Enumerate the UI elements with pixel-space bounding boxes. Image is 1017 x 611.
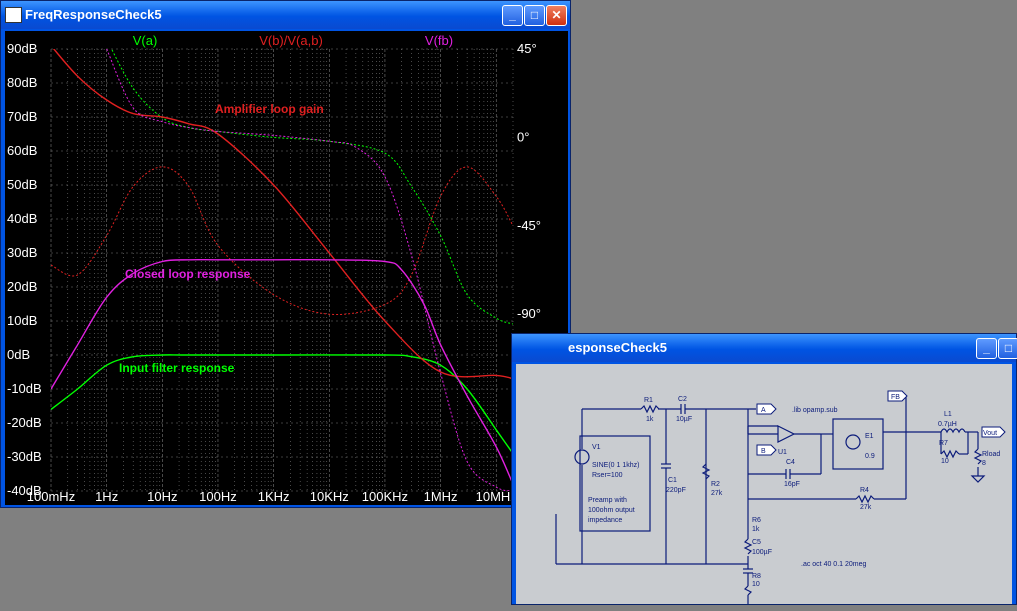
schematic-canvas[interactable]: R1 1k C2 10µF .lib opamp.sub U1 C4 16pF … [516,364,1012,604]
y-tick-label: 90dB [7,41,37,56]
schematic-window: esponseCheck5 _ □ R1 1k C2 10µF .lib opa… [511,333,1017,605]
plot-window-title: FreqResponseCheck5 [25,7,162,22]
phase-trace-va [111,49,513,325]
note-line-1: Preamp with [588,497,627,504]
c1-label: C1 [668,477,677,484]
rload-label: Rload [982,451,1000,458]
y-tick-label: 20dB [7,279,37,294]
y-tick-label: 50dB [7,177,37,192]
c5-value: 100µF [752,549,772,556]
r8-label: R8 [752,573,761,580]
y-tick-label: 0dB [7,347,30,362]
l1-value: 0.7µH [938,421,957,428]
phase-tick-label: 0° [517,129,529,144]
c2-value: 10µF [676,416,692,423]
l1-label: L1 [944,411,952,418]
y-tick-label: 30dB [7,245,37,260]
u1-label: U1 [778,449,787,456]
ac-directive: .ac oct 40 0.1 20meg [801,561,866,568]
schematic-window-title: esponseCheck5 [568,340,667,355]
curve-annotation: Input filter response [119,361,235,375]
x-tick-label: 100Hz [199,489,237,504]
plot-area[interactable]: 90dB 80dB 70dB 60dB 50dB 40dB 30dB 20dB 10dB 0dB -… [5,31,568,505]
net-vout-label: Vout [983,430,997,437]
r1-value: 1k [646,416,654,423]
bode-plot[interactable]: 90dB 80dB 70dB 60dB 50dB 40dB 30dB 20dB 10dB 0dB -… [5,31,568,505]
lib-directive: .lib opamp.sub [792,407,838,414]
schematic-diagram: R1 1k C2 10µF .lib opamp.sub U1 C4 16pF … [555,390,1006,604]
y-tick-label: -20dB [7,415,42,430]
v1-source: SINE(0 1 1khz) [592,462,639,469]
rload-value: 8 [982,460,986,467]
net-a-label: A [761,407,766,414]
r2-value: 27k [711,490,723,497]
x-tick-label: 100KHz [362,489,408,504]
c4-label: C4 [786,459,795,466]
r6-value: 1k [752,526,760,533]
maximize-button[interactable]: □ [524,5,545,26]
net-b-label: B [761,448,766,455]
legend-entry: V(fb) [425,33,453,48]
y-tick-label: 70dB [7,109,37,124]
y-tick-label: -10dB [7,381,42,396]
waveform-app-icon [5,7,22,23]
r8-value: 10 [752,581,760,588]
note-line-2: 100ohm output [588,507,635,514]
schematic-window-titlebar[interactable]: esponseCheck5 _ □ [512,334,1017,362]
x-tick-label: 10KHz [310,489,349,504]
y-tick-label: 80dB [7,75,37,90]
v1-rser: Rser=100 [592,472,623,479]
v1-label: V1 [592,444,601,451]
legend-entry: V(a) [133,33,158,48]
net-flag-b [756,444,777,456]
phase-tick-label: -90° [517,306,541,321]
r1-label: R1 [644,397,653,404]
schematic-minimize-button[interactable]: _ [976,338,997,359]
x-tick-label: 1Hz [95,489,118,504]
net-fb-label: FB [891,394,900,401]
y-tick-label: 10dB [7,313,37,328]
trace-legend: V(a) V(b)/V(a,b) V(fb) [133,33,453,48]
c1-value: 220pF [666,487,686,494]
close-button[interactable]: ✕ [546,5,567,26]
schematic-maximize-button[interactable]: □ [998,338,1017,359]
e1-label: E1 [865,433,874,440]
r7-label: R7 [939,440,948,447]
curve-annotation: Closed loop response [125,267,251,281]
r4-value: 27k [860,504,872,511]
y-tick-label: 60dB [7,143,37,158]
y-tick-label: 40dB [7,211,37,226]
x-tick-label: 1KHz [258,489,290,504]
net-flag-a [756,403,777,415]
note-line-3: impedance [588,517,622,524]
phase-trace-vbvab [51,166,513,316]
r2-label: R2 [711,481,720,488]
c4-value: 16pF [784,481,800,488]
curve-annotations: Amplifier loop gain Closed loop response I… [119,102,324,375]
phase-tick-label: 45° [517,41,537,56]
magnitude-trace-vbvab [52,49,513,380]
legend-entry: V(b)/V(a,b) [259,33,323,48]
e1-value: 0.9 [865,453,875,460]
r7-value: 10 [941,458,949,465]
phase-tick-label: -45° [517,218,541,233]
x-tick-label: 1MHz [424,489,458,504]
curve-annotation: Amplifier loop gain [215,102,324,116]
c5-label: C5 [752,539,761,546]
c2-label: C2 [678,396,687,403]
x-tick-label: 10Hz [147,489,177,504]
x-tick-label: 100mHz [27,489,75,504]
minimize-button[interactable]: _ [502,5,523,26]
y-tick-label: -30dB [7,449,42,464]
r6-label: R6 [752,517,761,524]
plot-window: FreqResponseCheck5 _ □ ✕ 90dB 80dB 70dB 60d… [0,0,571,508]
r4-label: R4 [860,487,869,494]
plot-window-titlebar[interactable]: FreqResponseCheck5 _ □ ✕ [1,1,570,29]
